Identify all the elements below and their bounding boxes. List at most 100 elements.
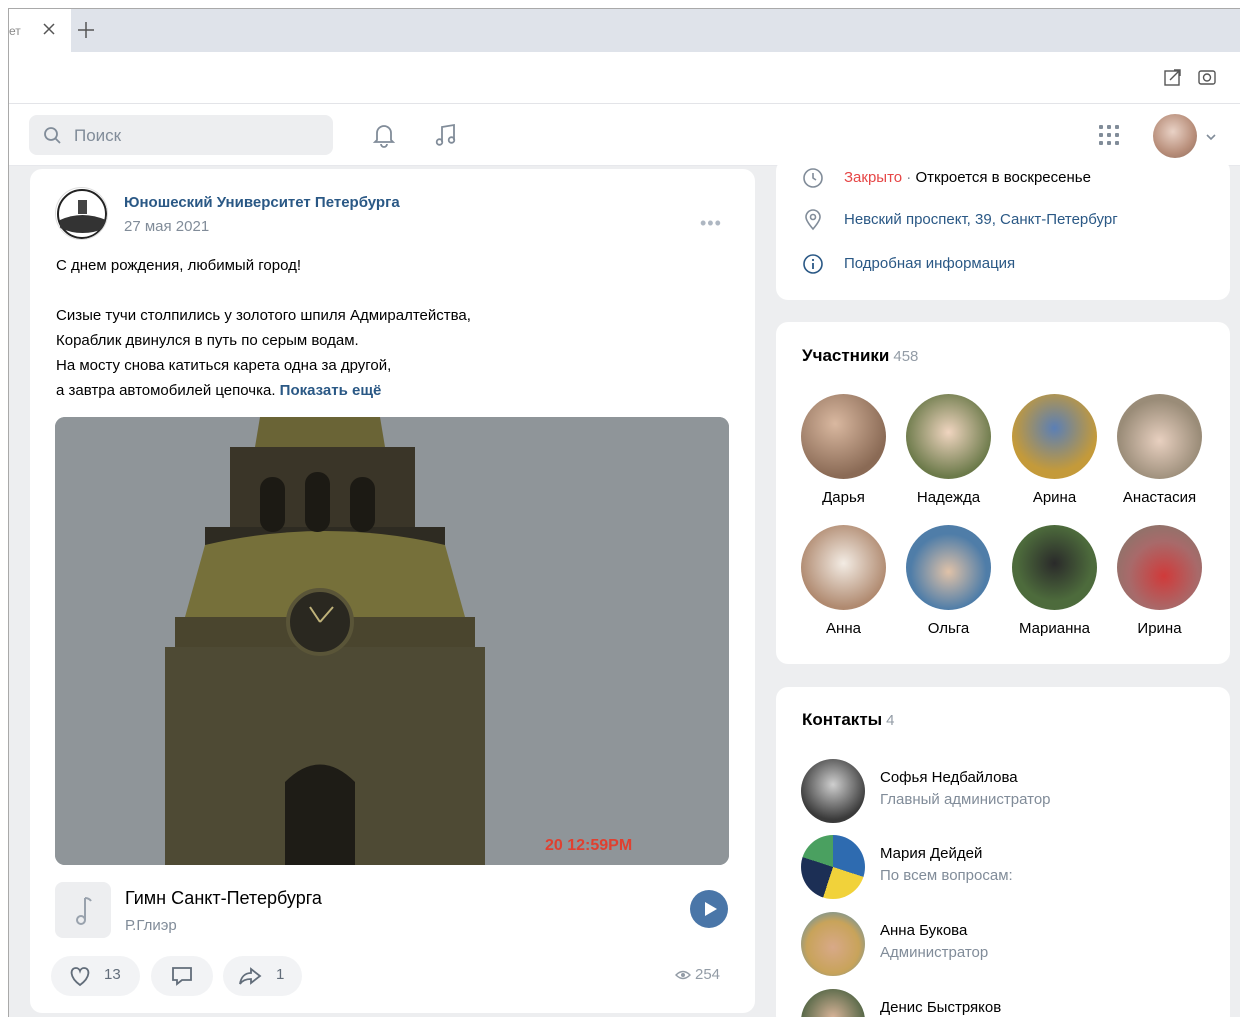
contacts-count: 4 xyxy=(886,712,895,729)
post-photo[interactable]: 20 12:59PM xyxy=(55,417,729,865)
share-icon[interactable] xyxy=(1162,66,1184,88)
comment-button[interactable] xyxy=(151,956,213,996)
search-placeholder: Поиск xyxy=(74,126,122,145)
search-icon xyxy=(44,127,61,144)
member-name: Анастасия xyxy=(1122,489,1197,506)
music-icon[interactable] xyxy=(431,120,461,150)
status-text: Закрыто · Откроется в воскресенье xyxy=(844,169,1091,186)
contact-name: Мария Дейдей xyxy=(880,845,983,862)
member-name: Ольга xyxy=(927,620,970,637)
search-input[interactable]: Поиск xyxy=(29,115,333,155)
member-item[interactable]: Анастасия xyxy=(1107,394,1212,506)
group-avatar[interactable] xyxy=(55,187,108,240)
audio-title[interactable]: Гимн Санкт-Петербурга xyxy=(125,888,322,909)
eye-icon xyxy=(675,970,691,980)
post-text-line: Сизые тучи столпились у золотого шпиля А… xyxy=(56,307,471,324)
clock-icon xyxy=(803,168,823,188)
member-avatar xyxy=(1117,394,1202,479)
chevron-down-icon[interactable] xyxy=(1205,132,1217,142)
views-counter: 254 xyxy=(675,966,720,983)
member-avatar xyxy=(906,394,991,479)
info-icon xyxy=(803,254,823,274)
member-avatar xyxy=(1012,394,1097,479)
member-avatar xyxy=(1117,525,1202,610)
contact-role: По всем вопросам: xyxy=(880,867,1013,884)
post-text-last: а завтра автомобилей цепочка. xyxy=(56,382,276,399)
member-name: Надежда xyxy=(916,489,981,506)
address-link[interactable]: Невский проспект, 39, Санкт-Петербург xyxy=(844,211,1118,228)
share-count: 1 xyxy=(276,966,285,983)
member-item[interactable]: Арина xyxy=(1002,394,1107,506)
post-author[interactable]: Юношеский Университет Петербурга xyxy=(124,194,400,211)
group-info: Закрыто · Откроется в воскресенье Невски… xyxy=(776,159,1230,300)
like-count: 13 xyxy=(104,966,121,983)
post-text-line: С днем рождения, любимый город! xyxy=(56,257,301,274)
member-name: Арина xyxy=(1032,489,1077,506)
contact-role: Главный администратор xyxy=(880,791,1051,808)
post-text-line: Кораблик двинулся в путь по серым водам. xyxy=(56,332,359,349)
member-name: Ирина xyxy=(1137,620,1182,637)
close-icon[interactable] xyxy=(39,19,59,39)
plus-icon[interactable] xyxy=(75,19,97,41)
post-text-line: а завтра автомобилей цепочка. Показать е… xyxy=(56,382,381,399)
apps-grid-icon[interactable] xyxy=(1094,120,1124,150)
contacts-header[interactable]: Контакты 4 xyxy=(802,710,895,730)
bell-icon[interactable] xyxy=(369,120,399,150)
play-icon xyxy=(705,902,717,916)
member-item[interactable]: Надежда xyxy=(896,394,1001,506)
views-count: 254 xyxy=(695,966,721,983)
members-count: 458 xyxy=(893,348,919,365)
members-header[interactable]: Участники 458 xyxy=(802,346,918,366)
member-item[interactable]: Дарья xyxy=(791,394,896,506)
contact-avatar xyxy=(801,912,865,976)
like-button[interactable]: 13 xyxy=(51,956,140,996)
heart-icon xyxy=(70,967,90,987)
share-arrow-icon xyxy=(239,967,262,985)
browser-tab[interactable]: ет xyxy=(9,9,71,52)
site-header: Поиск xyxy=(9,104,1240,166)
status-detail: Откроется в воскресенье xyxy=(915,169,1091,186)
members-block: Участники 458 Дарья Надежда Арина Анастас… xyxy=(776,322,1230,664)
member-name: Дарья xyxy=(822,489,865,506)
member-item[interactable]: Ольга xyxy=(896,525,1001,637)
contact-name: Денис Быстряков xyxy=(880,999,1002,1016)
contact-role: Администратор xyxy=(880,944,989,961)
post-date[interactable]: 27 мая 2021 xyxy=(124,218,209,235)
member-name: Марианна xyxy=(1019,620,1090,637)
comment-icon xyxy=(172,967,192,986)
status-separator: · xyxy=(902,169,916,186)
contacts-block: Контакты 4 Софья Недбайлова Главный админ… xyxy=(776,687,1230,1017)
more-options-icon[interactable]: ••• xyxy=(700,213,722,234)
browser-window: ет Поиск Юношеский Университет Петербург… xyxy=(8,8,1240,1017)
location-pin-icon xyxy=(805,209,821,231)
member-avatar xyxy=(801,394,886,479)
music-note-icon xyxy=(76,897,92,925)
audio-artist[interactable]: Р.Глиэр xyxy=(125,917,177,934)
share-button[interactable]: 1 xyxy=(223,956,302,996)
member-item[interactable]: Анна xyxy=(791,525,896,637)
tab-title: ет xyxy=(9,24,21,38)
contact-name: Софья Недбайлова xyxy=(880,769,1018,786)
audio-cover[interactable] xyxy=(55,882,111,938)
contact-avatar xyxy=(801,759,865,823)
member-item[interactable]: Марианна xyxy=(1002,525,1107,637)
browser-toolbar xyxy=(9,52,1240,104)
tab-bar: ет xyxy=(9,9,1240,52)
photo-date-stamp: 20 12:59PM xyxy=(545,837,633,854)
details-link[interactable]: Подробная информация xyxy=(844,255,1015,272)
member-item[interactable]: Ирина xyxy=(1107,525,1212,637)
members-title: Участники xyxy=(802,346,890,365)
contact-avatar xyxy=(801,835,865,899)
post-text-line: На мосту снова катиться карета одна за д… xyxy=(56,357,392,374)
show-more-link[interactable]: Показать ещё xyxy=(280,382,382,399)
play-button[interactable] xyxy=(690,890,728,928)
member-avatar xyxy=(801,525,886,610)
contact-name: Анна Букова xyxy=(880,922,968,939)
contacts-title: Контакты xyxy=(802,710,883,729)
status-closed: Закрыто xyxy=(844,169,903,186)
member-name: Анна xyxy=(826,620,861,637)
avatar[interactable] xyxy=(1153,114,1197,158)
screenshot-icon[interactable] xyxy=(1196,66,1218,88)
member-avatar xyxy=(906,525,991,610)
wall-post: Юношеский Университет Петербурга 27 мая … xyxy=(30,169,755,1013)
